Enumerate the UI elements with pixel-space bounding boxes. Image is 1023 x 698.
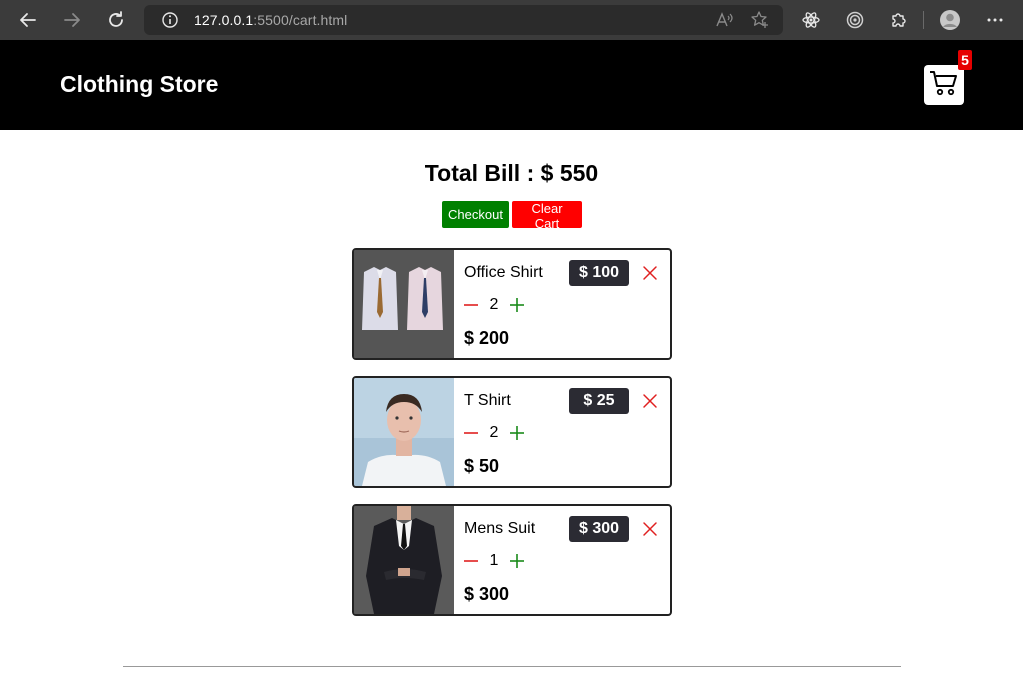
forward-icon[interactable] xyxy=(60,8,84,32)
close-icon[interactable] xyxy=(642,393,658,409)
quantity-value: 1 xyxy=(489,552,499,569)
url-host: 127.0.0.1 xyxy=(194,12,254,28)
quantity-value: 2 xyxy=(489,424,499,441)
item-name: Mens Suit xyxy=(464,520,536,537)
minus-icon[interactable] xyxy=(464,298,478,312)
url-text: 127.0.0.1:5500/cart.html xyxy=(194,12,347,28)
item-price: $ 25 xyxy=(569,388,629,414)
mens-suit-image xyxy=(354,506,454,614)
minus-icon[interactable] xyxy=(464,426,478,440)
extensions-icon[interactable] xyxy=(887,8,911,32)
cart-count-badge: 5 xyxy=(958,50,972,70)
checkout-button[interactable]: Checkout xyxy=(442,201,509,228)
circle-target-icon[interactable] xyxy=(843,8,867,32)
site-title[interactable]: Clothing Store xyxy=(60,71,218,98)
footer-divider xyxy=(123,666,901,667)
react-devtools-icon[interactable] xyxy=(799,8,823,32)
plus-icon[interactable] xyxy=(510,426,524,440)
quantity-stepper: 1 xyxy=(464,552,524,570)
item-subtotal: $ 50 xyxy=(464,456,500,476)
cart-item: T Shirt $ 25 2 $ 50 xyxy=(352,376,672,488)
cart-list: Office Shirt $ 100 2 $ 200 T Shirt $ 25 … xyxy=(352,248,672,632)
cart-icon xyxy=(929,69,959,102)
toolbar-divider xyxy=(923,11,924,29)
item-subtotal: $ 200 xyxy=(464,328,510,348)
favorite-icon[interactable] xyxy=(750,10,770,30)
item-subtotal: $ 300 xyxy=(464,584,510,604)
plus-icon[interactable] xyxy=(510,298,524,312)
minus-icon[interactable] xyxy=(464,554,478,568)
url-path: :5500/cart.html xyxy=(253,12,348,28)
total-bill: Total Bill : $ 550 xyxy=(424,160,599,186)
item-price: $ 300 xyxy=(569,516,629,542)
cart-button[interactable] xyxy=(924,65,964,105)
more-icon[interactable] xyxy=(983,8,1007,32)
cart-actions: Checkout Clear Cart xyxy=(442,201,582,231)
read-aloud-icon[interactable] xyxy=(715,11,733,29)
quantity-stepper: 2 xyxy=(464,424,524,442)
cart-item: Office Shirt $ 100 2 $ 200 xyxy=(352,248,672,360)
plus-icon[interactable] xyxy=(510,554,524,568)
quantity-stepper: 2 xyxy=(464,296,524,314)
address-bar[interactable]: 127.0.0.1:5500/cart.html xyxy=(144,5,783,35)
close-icon[interactable] xyxy=(642,265,658,281)
t-shirt-image xyxy=(354,378,454,486)
close-icon[interactable] xyxy=(642,521,658,537)
clear-cart-button[interactable]: Clear Cart xyxy=(512,201,582,231)
site-header: Clothing Store 5 xyxy=(0,40,1023,130)
item-name: Office Shirt xyxy=(464,264,543,281)
profile-icon[interactable] xyxy=(938,8,962,32)
quantity-value: 2 xyxy=(489,296,499,313)
item-name: T Shirt xyxy=(464,392,511,409)
office-shirt-image xyxy=(354,250,454,358)
reload-icon[interactable] xyxy=(104,8,128,32)
item-price: $ 100 xyxy=(569,260,629,286)
browser-toolbar: 127.0.0.1:5500/cart.html xyxy=(0,0,1023,40)
info-icon[interactable] xyxy=(161,11,179,29)
cart-item: Mens Suit $ 300 1 $ 300 xyxy=(352,504,672,616)
back-icon[interactable] xyxy=(16,8,40,32)
